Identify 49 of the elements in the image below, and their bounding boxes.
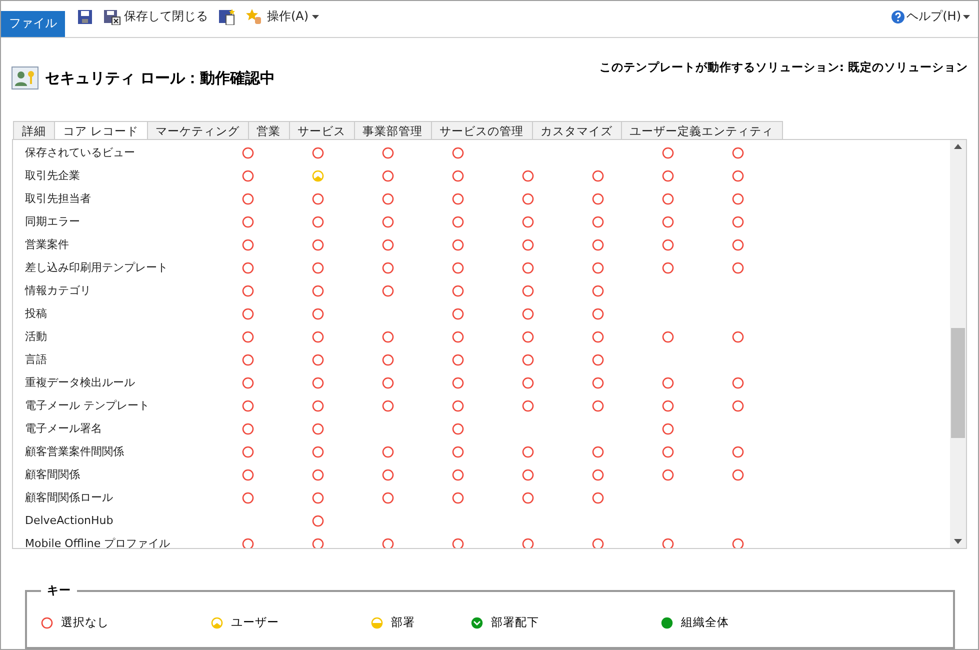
tab[interactable]: マーケティング — [146, 121, 249, 140]
entity-name: 重複データ検出ルール — [24, 376, 136, 390]
floppy-icon — [103, 8, 121, 24]
entity-name: 電子メール テンプレート — [24, 398, 150, 413]
key-label: 選択なし — [61, 615, 109, 630]
help-icon — [890, 10, 905, 24]
entity-name: 取引先担当者 — [24, 192, 92, 206]
entity-name: 営業案件 — [24, 238, 70, 252]
tab[interactable]: 営業 — [248, 121, 290, 140]
save-close-button[interactable]: 保存して閉じる — [103, 8, 208, 25]
tab[interactable]: 詳細 — [13, 121, 55, 140]
page-title: セキュリティ ロール：動作確認中 — [45, 69, 276, 88]
save-new-icon[interactable] — [218, 8, 236, 24]
scrollbar[interactable] — [950, 140, 966, 548]
entity-name: 情報カテゴリ — [24, 284, 92, 298]
tab[interactable]: ユーザー定義エンティティ — [620, 121, 783, 140]
entity-name: 電子メール署名 — [24, 422, 103, 436]
file-tab[interactable]: ファイル — [1, 10, 65, 37]
entity-name: 投稿 — [24, 306, 48, 321]
tab[interactable]: サービス — [288, 121, 355, 140]
star-icon — [246, 8, 264, 24]
key-label: ユーザー — [231, 615, 279, 630]
scroll-up-icon[interactable] — [954, 144, 962, 150]
entity-name: 保存されているビュー — [24, 146, 136, 160]
caret-icon — [312, 14, 319, 18]
key-label: 部署配下 — [491, 615, 539, 630]
entity-name: Mobile Offline プロファイル — [24, 536, 172, 548]
entity-name: 顧客営業案件間関係 — [24, 444, 125, 459]
caret-icon — [963, 14, 970, 18]
key-title: キー — [46, 583, 72, 598]
entity-name: DelveActionHub — [24, 514, 114, 528]
scroll-thumb[interactable] — [951, 328, 965, 438]
tab[interactable]: サービスの管理 — [430, 121, 533, 140]
entity-name: 差し込み印刷用テンプレート — [24, 260, 169, 275]
entity-name: 顧客間関係 — [24, 468, 81, 482]
actions-menu[interactable]: 操作(A) — [246, 8, 319, 25]
entity-name: 言語 — [24, 352, 48, 367]
tab[interactable]: 事業部管理 — [354, 121, 432, 140]
save-icon[interactable] — [77, 8, 93, 24]
key-label: 部署 — [391, 615, 415, 630]
entity-name: 取引先企業 — [24, 168, 81, 183]
entity-name: 顧客間関係ロール — [24, 490, 114, 505]
scroll-down-icon[interactable] — [954, 539, 962, 544]
entity-name: 同期エラー — [24, 214, 81, 229]
tab[interactable]: カスタマイズ — [532, 121, 622, 140]
entity-name: 活動 — [24, 330, 48, 344]
key-label: 組織全体 — [681, 615, 729, 630]
help-menu[interactable]: ヘルプ(H) — [890, 1, 978, 25]
solution-label: このテンプレートが動作するソリューション: 既定のソリューション — [599, 60, 968, 76]
